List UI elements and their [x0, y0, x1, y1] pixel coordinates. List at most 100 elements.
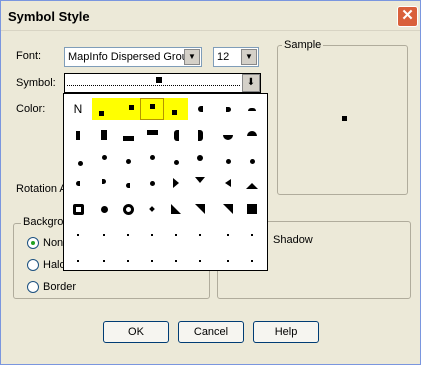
- background-border-radio[interactable]: [27, 281, 39, 293]
- symbol-cell[interactable]: [66, 250, 90, 272]
- symbol-cell[interactable]: [188, 98, 212, 120]
- ok-button[interactable]: OK: [103, 321, 169, 343]
- half-circle-symbol: [126, 182, 130, 188]
- symbol-cell-selected[interactable]: [140, 98, 164, 120]
- symbol-cell[interactable]: [92, 172, 116, 194]
- symbol-cell[interactable]: [116, 198, 140, 220]
- font-value: MapInfo Dispersed Group: [68, 51, 194, 63]
- triangle-up-symbol: [246, 183, 258, 189]
- symbol-cell[interactable]: [66, 172, 90, 194]
- tiny-dot-symbol: [251, 260, 253, 262]
- symbol-cell[interactable]: [188, 224, 212, 246]
- symbol-cell[interactable]: [164, 250, 188, 272]
- symbol-cell[interactable]: [116, 250, 140, 272]
- symbol-cell[interactable]: [188, 250, 212, 272]
- symbol-cell[interactable]: [140, 250, 164, 272]
- cancel-button[interactable]: Cancel: [178, 321, 244, 343]
- symbol-picker[interactable]: ⬇: [64, 73, 261, 93]
- symbol-cell[interactable]: [216, 98, 240, 120]
- background-halo-radio[interactable]: [27, 259, 39, 271]
- chevron-down-icon[interactable]: ▼: [241, 49, 257, 65]
- symbol-cell[interactable]: [216, 198, 240, 220]
- font-select[interactable]: MapInfo Dispersed Group ▼: [64, 47, 202, 67]
- symbol-cell[interactable]: [164, 98, 188, 120]
- symbol-cell[interactable]: [92, 98, 116, 120]
- rotation-label: Rotation A: [16, 183, 67, 195]
- symbol-cell[interactable]: [240, 124, 264, 146]
- symbol-cell[interactable]: [164, 224, 188, 246]
- arrow-down-icon[interactable]: ⬇: [242, 74, 260, 92]
- background-none-radio[interactable]: [27, 237, 39, 249]
- symbol-cell[interactable]: [140, 224, 164, 246]
- font-size-select[interactable]: 12 ▼: [213, 47, 259, 67]
- symbol-cell[interactable]: [140, 198, 164, 220]
- dot-symbol: [101, 154, 107, 160]
- sample-symbol: [342, 116, 347, 121]
- bar-symbol: [122, 135, 134, 141]
- hollow-square-symbol: [72, 203, 84, 215]
- symbol-cell[interactable]: [66, 198, 90, 220]
- symbol-cell[interactable]: [116, 148, 140, 170]
- symbol-cell[interactable]: [116, 224, 140, 246]
- symbol-cell[interactable]: [116, 98, 140, 120]
- symbol-cell[interactable]: [164, 172, 188, 194]
- help-button[interactable]: Help: [253, 321, 319, 343]
- symbol-cell-none[interactable]: N: [66, 98, 90, 120]
- dot-symbol: [197, 155, 203, 161]
- symbol-cell[interactable]: [188, 124, 212, 146]
- symbol-cell[interactable]: [164, 124, 188, 146]
- symbol-cell[interactable]: [164, 198, 188, 220]
- symbol-cell[interactable]: [92, 224, 116, 246]
- symbol-cell[interactable]: [240, 98, 264, 120]
- tiny-dot-symbol: [127, 260, 129, 262]
- bar-symbol: [76, 130, 80, 140]
- symbol-cell[interactable]: [188, 148, 212, 170]
- symbol-cell[interactable]: [188, 198, 212, 220]
- symbol-cell[interactable]: [66, 124, 90, 146]
- symbol-cell[interactable]: [92, 148, 116, 170]
- symbol-cell[interactable]: [116, 172, 140, 194]
- tiny-dot-symbol: [151, 234, 153, 236]
- symbol-cell[interactable]: [240, 148, 264, 170]
- square-symbol: [128, 104, 134, 110]
- symbol-cell[interactable]: [188, 172, 212, 194]
- symbol-cell[interactable]: [92, 250, 116, 272]
- close-button[interactable]: ✕: [397, 6, 418, 27]
- ring-symbol: [122, 203, 134, 215]
- symbol-cell[interactable]: [240, 224, 264, 246]
- symbol-dropdown-grid[interactable]: N: [63, 93, 268, 271]
- symbol-cell[interactable]: [140, 124, 164, 146]
- symbol-cell[interactable]: [216, 148, 240, 170]
- symbol-cell[interactable]: [216, 250, 240, 272]
- square-symbol: [149, 103, 155, 109]
- dot-symbol: [77, 160, 83, 166]
- symbol-cell[interactable]: [216, 124, 240, 146]
- close-icon: ✕: [401, 7, 414, 24]
- half-circle-symbol: [76, 180, 80, 186]
- symbol-cell[interactable]: [240, 198, 264, 220]
- symbol-cell[interactable]: [66, 224, 90, 246]
- sample-label: Sample: [282, 39, 324, 51]
- square-symbol: [98, 110, 104, 116]
- symbol-cell[interactable]: [240, 172, 264, 194]
- symbol-cell[interactable]: [92, 198, 116, 220]
- symbol-cell[interactable]: [66, 148, 90, 170]
- symbol-cell[interactable]: [140, 148, 164, 170]
- symbol-cell[interactable]: [92, 124, 116, 146]
- half-disc-symbol: [223, 134, 233, 140]
- dot-symbol: [149, 180, 155, 186]
- filled-square-symbol: [247, 204, 257, 214]
- symbol-cell[interactable]: [140, 172, 164, 194]
- chevron-down-icon[interactable]: ▼: [184, 49, 200, 65]
- symbol-cell[interactable]: [240, 250, 264, 272]
- symbol-cell[interactable]: [164, 148, 188, 170]
- symbol-cell[interactable]: [116, 124, 140, 146]
- bar-symbol: [101, 130, 107, 140]
- symbol-cell[interactable]: [216, 172, 240, 194]
- half-disc-symbol: [247, 130, 257, 136]
- dot-symbol: [249, 158, 255, 164]
- tiny-dot-symbol: [103, 260, 105, 262]
- symbol-cell[interactable]: [216, 224, 240, 246]
- tiny-dot-symbol: [103, 234, 105, 236]
- background-border-label: Border: [43, 281, 77, 293]
